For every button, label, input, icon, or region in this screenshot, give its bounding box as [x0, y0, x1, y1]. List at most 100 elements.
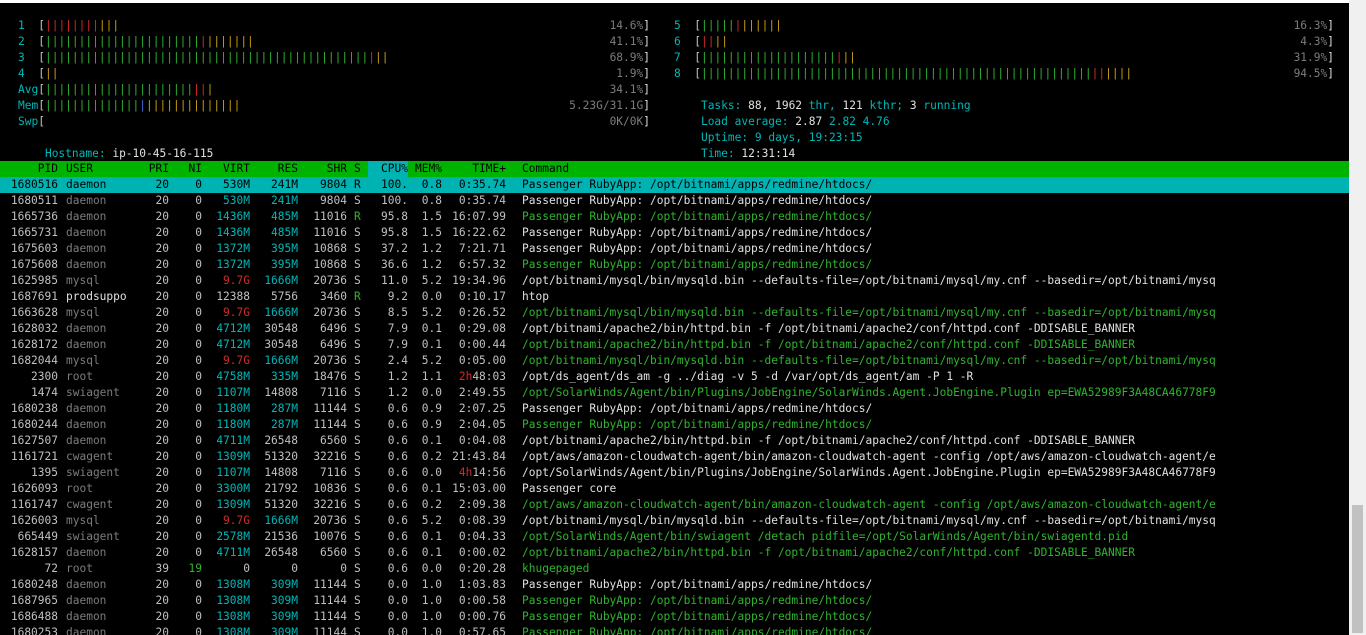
process-row[interactable]: 1686488 daemon 20 0 1308M 309M 11144 S 0.0 1.0 0:0…: [0, 609, 1349, 625]
cell-mem: 0.1: [421, 338, 442, 351]
cell-mem: 1.2: [421, 258, 442, 271]
col-virt[interactable]: VIRT: [206, 161, 250, 177]
col-command[interactable]: Command: [522, 161, 569, 177]
cell-pid: 1680248: [10, 578, 58, 591]
col-res[interactable]: RES: [256, 161, 298, 177]
process-row[interactable]: 2300 root 20 0 4758M 335M 18476 S 1.2 1.1 2h48:03 /…: [0, 369, 1349, 385]
scrollbar-thumb[interactable]: [1352, 505, 1363, 633]
cell-pri: 20: [155, 258, 169, 271]
cell-time: 0:00.76: [458, 610, 506, 623]
process-row[interactable]: 1628172 daemon 20 0 4712M 30548 6496 S 7.9 0.1 0:0…: [0, 337, 1349, 353]
process-row[interactable]: 1682044 mysql 20 0 9.7G 1666M 20736 S 2.4 5.2 0:05…: [0, 353, 1349, 369]
cell-cpu: 7.9: [387, 322, 408, 335]
process-row[interactable]: 665449 swiagent 20 0 2578M 21536 10076 S 0.6 0.1 0…: [0, 529, 1349, 545]
cell-pid: 1626003: [10, 514, 58, 527]
cell-pid: 1687691: [10, 290, 58, 303]
cell-user: daemon: [66, 626, 107, 635]
cell-res: 26548: [264, 434, 298, 447]
meter-label: 8: [674, 67, 681, 80]
cell-state: S: [354, 386, 361, 399]
process-row[interactable]: 1625985 mysql 20 0 9.7G 1666M 20736 S 11.0 5.2 19:…: [0, 273, 1349, 289]
process-row[interactable]: 1680253 daemon 20 0 1308M 309M 11144 S 0.0 1.0 0:5…: [0, 625, 1349, 635]
process-list[interactable]: 1680516 daemon 20 0 530M 241M 9804 R 100. 0.8 0:35…: [0, 177, 1349, 635]
cell-mem: 1.0: [421, 610, 442, 623]
process-row[interactable]: 1628157 daemon 20 0 4711M 26548 6560 S 0.6 0.1 0:0…: [0, 545, 1349, 561]
meter-left-0: 1 [||||||||||| 14.6%]: [18, 18, 650, 34]
cell-cpu: 8.5: [387, 306, 408, 319]
meter-value: 1.9%]: [616, 67, 650, 80]
cell-time: 2:04.05: [458, 418, 506, 431]
cell-time: 2h48:03: [450, 369, 506, 385]
process-row[interactable]: 1628032 daemon 20 0 4712M 30548 6496 S 7.9 0.1 0:2…: [0, 321, 1349, 337]
process-row[interactable]: 1474 swiagent 20 0 1107M 14808 7116 S 1.2 0.0 2:49…: [0, 385, 1349, 401]
cell-pri: 20: [155, 578, 169, 591]
cell-state: S: [354, 610, 361, 623]
cell-pri: 20: [155, 306, 169, 319]
cell-state: S: [354, 274, 361, 287]
process-table-header[interactable]: PID USER PRI NI VIRT RES SHR S CPU% MEM%…: [0, 161, 1349, 177]
col-cpu-sorted[interactable]: CPU%: [368, 161, 408, 177]
cell-time: 7:21.71: [458, 242, 506, 255]
cell-shr: 7116: [320, 466, 347, 479]
cell-time: 0:26.52: [458, 306, 506, 319]
process-row[interactable]: 1665731 daemon 20 0 1436M 485M 11016 S 95.8 1.5 16…: [0, 225, 1349, 241]
process-row[interactable]: 1626003 mysql 20 0 9.7G 1666M 20736 S 0.6 5.2 0:08…: [0, 513, 1349, 529]
cell-state: S: [354, 594, 361, 607]
cell-pid: 1626093: [10, 482, 58, 495]
cell-pid: 1680516: [10, 178, 58, 191]
cell-shr: 9804: [320, 194, 347, 207]
cell-cpu: 0.6: [387, 546, 408, 559]
process-row[interactable]: 1680244 daemon 20 0 1180M 287M 11144 S 0.6 0.9 2:0…: [0, 417, 1349, 433]
process-row[interactable]: 1687691 prodsuppo 20 0 12388 5756 3460 R 9.2 0.0 0…: [0, 289, 1349, 305]
cell-pid: 1161721: [10, 450, 58, 463]
col-state[interactable]: S: [354, 161, 361, 177]
process-row[interactable]: 1626093 root 20 0 3300M 21792 10836 S 0.6 0.1 15:0…: [0, 481, 1349, 497]
process-row[interactable]: 1680248 daemon 20 0 1308M 309M 11144 S 0.0 1.0 1:0…: [0, 577, 1349, 593]
htop-terminal[interactable]: 1 [||||||||||| 14.6%] 2 [|||||||||||||||||…: [0, 3, 1349, 635]
process-row[interactable]: 1665736 daemon 20 0 1436M 485M 11016 R 95.8 1.5 16…: [0, 209, 1349, 225]
cell-virt: 1308M: [216, 578, 250, 591]
col-mem[interactable]: MEM%: [406, 161, 442, 177]
process-row[interactable]: 72 root 39 19 0 0 0 S 0.6 0.0 0:20.28 khugepaged: [0, 561, 1349, 577]
process-row[interactable]: 1680511 daemon 20 0 530M 241M 9804 S 100. 0.8 0:35…: [0, 193, 1349, 209]
vertical-scrollbar[interactable]: [1349, 0, 1366, 635]
cell-pid: 1395: [31, 466, 58, 479]
cell-pri: 20: [155, 546, 169, 559]
meter-bar-segment: ||||||||||||||||||||||: [44, 83, 194, 96]
process-row[interactable]: 1675603 daemon 20 0 1372M 395M 10868 S 37.2 1.2 7:…: [0, 241, 1349, 257]
col-shr[interactable]: SHR: [302, 161, 347, 177]
cell-res: 14808: [264, 466, 298, 479]
cell-mem: 0.2: [421, 498, 442, 511]
process-row[interactable]: 1161747 cwagent 20 0 1309M 51320 32216 S 0.6 0.2 2…: [0, 497, 1349, 513]
cell-virt: 1107M: [216, 466, 250, 479]
cell-user: mysql: [66, 354, 100, 367]
cell-command: Passenger RubyApp: /opt/bitnami/apps/red…: [522, 594, 873, 607]
process-row[interactable]: 1395 swiagent 20 0 1107M 14808 7116 S 0.6 0.0 4h14…: [0, 465, 1349, 481]
process-row[interactable]: 1663628 mysql 20 0 9.7G 1666M 20736 S 8.5 5.2 0:26…: [0, 305, 1349, 321]
col-ni[interactable]: NI: [176, 161, 202, 177]
process-row[interactable]: 1675608 daemon 20 0 1372M 395M 10868 S 36.6 1.2 6:…: [0, 257, 1349, 273]
cell-shr: 7116: [320, 386, 347, 399]
col-pid[interactable]: PID: [0, 161, 58, 177]
process-row[interactable]: 1627507 daemon 20 0 4711M 26548 6560 S 0.6 0.1 0:0…: [0, 433, 1349, 449]
process-row[interactable]: 1161721 cwagent 20 0 1309M 51320 32216 S 0.6 0.2 2…: [0, 449, 1349, 465]
cell-state: S: [354, 338, 361, 351]
cell-command: Passenger RubyApp: /opt/bitnami/apps/red…: [522, 418, 873, 431]
meter-value: 34.1%]: [609, 83, 650, 96]
col-user[interactable]: USER: [66, 161, 93, 177]
process-row[interactable]: 1687965 daemon 20 0 1308M 309M 11144 S 0.0 1.0 0:0…: [0, 593, 1349, 609]
col-time[interactable]: TIME+: [450, 161, 506, 177]
process-row[interactable]: 1680516 daemon 20 0 530M 241M 9804 R 100. 0.8 0:35…: [0, 177, 1349, 193]
process-row[interactable]: 1680238 daemon 20 0 1180M 287M 11144 S 0.6 0.9 2:0…: [0, 401, 1349, 417]
cell-pri: 20: [155, 178, 169, 191]
cell-cpu: 0.6: [387, 418, 408, 431]
cell-command: /opt/SolarWinds/Agent/bin/Plugins/JobEng…: [522, 386, 1216, 399]
col-pri[interactable]: PRI: [140, 161, 169, 177]
cell-command: /opt/SolarWinds/Agent/bin/swiagent /deta…: [522, 530, 1129, 543]
cell-res: 309M: [271, 626, 298, 635]
cell-mem: 0.1: [421, 546, 442, 559]
cell-user: daemon: [66, 194, 107, 207]
cell-time: 16:22.62: [452, 226, 506, 239]
cell-command: /opt/bitnami/apache2/bin/httpd.bin -f /o…: [522, 546, 1135, 559]
cell-cpu: 0.6: [387, 450, 408, 463]
